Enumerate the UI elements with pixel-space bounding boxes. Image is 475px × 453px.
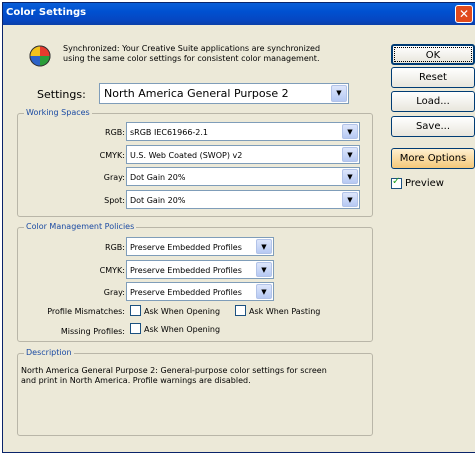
- missing-ask-when-opening-label: Ask When Opening: [144, 325, 221, 334]
- ws-rgb-label: RGB:: [105, 128, 125, 137]
- missing-ask-when-opening-checkbox[interactable]: [130, 323, 141, 334]
- ws-cmyk-label: CMYK:: [99, 151, 125, 160]
- description-text: North America General Purpose 2: General…: [21, 366, 361, 386]
- description-line-2: and print in North America. Profile warn…: [21, 376, 251, 385]
- pol-rgb-select[interactable]: Preserve Embedded Profiles ▼: [126, 237, 274, 256]
- chevron-down-icon[interactable]: ▼: [256, 262, 272, 277]
- ask-when-pasting-checkbox[interactable]: [235, 305, 246, 316]
- settings-select[interactable]: North America General Purpose 2 ▼: [99, 83, 349, 104]
- policies-title: Color Management Policies: [24, 222, 137, 231]
- pol-cmyk-select[interactable]: Preserve Embedded Profiles ▼: [126, 260, 274, 279]
- chevron-down-icon[interactable]: ▼: [342, 169, 358, 184]
- pol-gray-select[interactable]: Preserve Embedded Profiles ▼: [126, 282, 274, 301]
- save-button[interactable]: Save...: [391, 116, 475, 137]
- settings-label: Settings:: [37, 88, 86, 101]
- color-settings-dialog: Color Settings ✕ Synchronized: Your Crea…: [2, 2, 475, 453]
- sync-status-text: Synchronized: Your Creative Suite applic…: [63, 44, 363, 64]
- load-button[interactable]: Load...: [391, 91, 475, 112]
- ask-when-opening-checkbox[interactable]: [130, 305, 141, 316]
- missing-profiles-label: Missing Profiles:: [60, 327, 125, 336]
- chevron-down-icon[interactable]: ▼: [342, 147, 358, 162]
- ask-when-opening-label: Ask When Opening: [144, 307, 221, 316]
- ws-gray-select[interactable]: Dot Gain 20% ▼: [126, 167, 360, 186]
- chevron-down-icon[interactable]: ▼: [256, 239, 272, 254]
- pol-cmyk-label: CMYK:: [99, 266, 125, 275]
- pol-cmyk-value: Preserve Embedded Profiles: [130, 266, 242, 275]
- preview-checkbox[interactable]: [391, 176, 402, 189]
- working-spaces-title: Working Spaces: [24, 108, 92, 117]
- ws-spot-label: Spot:: [104, 196, 125, 205]
- chevron-down-icon[interactable]: ▼: [256, 284, 272, 299]
- description-line-1: North America General Purpose 2: General…: [21, 366, 327, 375]
- pol-rgb-value: Preserve Embedded Profiles: [130, 243, 242, 252]
- reset-button[interactable]: Reset: [391, 67, 475, 88]
- ws-rgb-value: sRGB IEC61966-2.1: [130, 128, 209, 137]
- chevron-down-icon[interactable]: ▼: [342, 124, 358, 139]
- ws-spot-select[interactable]: Dot Gain 20% ▼: [126, 190, 360, 209]
- sync-line-2: using the same color settings for consis…: [63, 54, 320, 63]
- sync-line-1: Synchronized: Your Creative Suite applic…: [63, 44, 321, 53]
- ws-cmyk-select[interactable]: U.S. Web Coated (SWOP) v2 ▼: [126, 145, 360, 164]
- ws-spot-value: Dot Gain 20%: [130, 196, 186, 205]
- preview-label: Preview: [405, 178, 444, 189]
- pol-rgb-label: RGB:: [105, 243, 125, 252]
- more-options-button[interactable]: More Options: [391, 148, 475, 169]
- ask-when-pasting-label: Ask When Pasting: [249, 307, 321, 316]
- chevron-down-icon[interactable]: ▼: [342, 192, 358, 207]
- pol-gray-value: Preserve Embedded Profiles: [130, 288, 242, 297]
- pol-gray-label: Gray:: [103, 288, 125, 297]
- ws-cmyk-value: U.S. Web Coated (SWOP) v2: [130, 151, 243, 160]
- ok-button[interactable]: OK: [391, 44, 475, 65]
- sync-color-wheel-icon: [29, 45, 51, 67]
- ws-gray-label: Gray:: [103, 173, 125, 182]
- ws-gray-value: Dot Gain 20%: [130, 173, 186, 182]
- ws-rgb-select[interactable]: sRGB IEC61966-2.1 ▼: [126, 122, 360, 141]
- close-icon: ✕: [458, 7, 470, 21]
- description-title: Description: [24, 348, 74, 357]
- close-button[interactable]: ✕: [455, 5, 473, 23]
- dialog-title: Color Settings: [6, 7, 87, 18]
- settings-value: North America General Purpose 2: [104, 87, 289, 100]
- title-bar: Color Settings ✕: [3, 3, 475, 25]
- profile-mismatches-label: Profile Mismatches:: [47, 307, 125, 316]
- chevron-down-icon[interactable]: ▼: [331, 85, 347, 102]
